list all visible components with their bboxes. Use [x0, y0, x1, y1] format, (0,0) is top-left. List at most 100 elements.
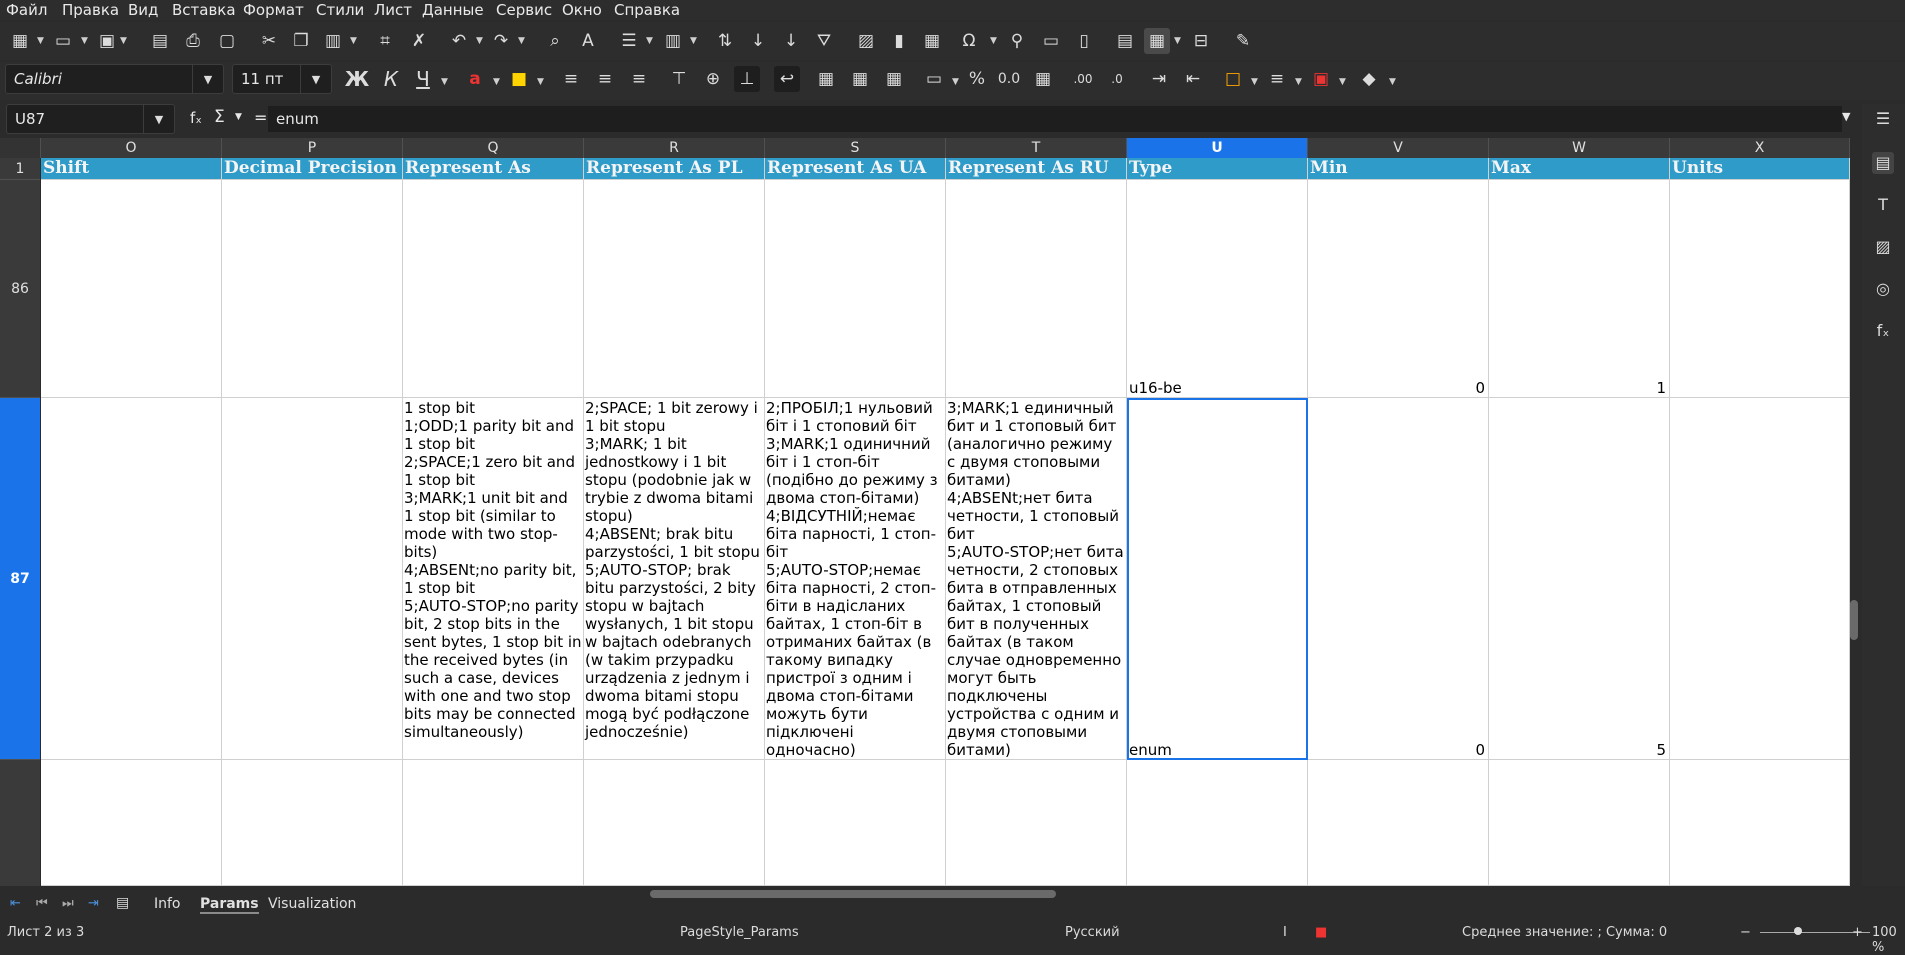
cell-t86[interactable]	[946, 180, 1127, 398]
export-pdf-icon[interactable]: ▤	[147, 28, 173, 54]
new-icon[interactable]: ▦	[7, 28, 33, 54]
cell-r88[interactable]	[584, 760, 765, 886]
cell-v86[interactable]: 0	[1308, 180, 1489, 398]
comment-icon[interactable]: ▭	[1038, 28, 1064, 54]
header-footer-icon[interactable]: ▯	[1071, 28, 1097, 54]
hyperlink-icon[interactable]: ⚲	[1004, 28, 1030, 54]
chevron-down-icon[interactable]: ▼	[990, 36, 997, 46]
cell-o86[interactable]	[41, 180, 222, 398]
show-draw-functions-icon[interactable]: ✎	[1230, 28, 1256, 54]
cell-s86[interactable]	[765, 180, 946, 398]
align-left-icon[interactable]: ≡	[558, 66, 584, 92]
freeze-rows-columns-icon[interactable]: ▦	[1144, 28, 1170, 54]
previous-sheet-icon[interactable]: ⏮	[36, 896, 48, 911]
autofilter-icon[interactable]: ⛛	[811, 28, 837, 54]
spelling-icon[interactable]: A	[575, 28, 601, 54]
functions-icon[interactable]: fₓ	[1872, 320, 1894, 342]
column-header-t[interactable]: T	[946, 138, 1127, 158]
cell-o88[interactable]	[41, 760, 222, 886]
menu-data[interactable]: Данные	[422, 0, 484, 20]
header-cell-decimal-precision[interactable]: Decimal Precision	[222, 158, 403, 180]
row-header-87[interactable]: 87	[0, 398, 40, 760]
styles-icon[interactable]: T	[1872, 194, 1894, 216]
save-icon[interactable]: ▣	[94, 28, 120, 54]
header-cell-type[interactable]: Type	[1127, 158, 1308, 180]
menu-sheet[interactable]: Лист	[374, 0, 412, 20]
clear-formatting-icon[interactable]: ✗	[406, 28, 432, 54]
chevron-down-icon[interactable]: ▼	[37, 36, 44, 46]
header-cell-represent-as-ru[interactable]: Represent As RU	[946, 158, 1127, 180]
cell-u86[interactable]: u16-be	[1127, 180, 1308, 398]
align-bottom-icon[interactable]: ⊥	[734, 66, 760, 92]
bold-icon[interactable]: Ж	[344, 66, 370, 92]
find-icon[interactable]: ⌕	[542, 28, 568, 54]
print-preview-icon[interactable]: ▢	[214, 28, 240, 54]
merge-cells-icon[interactable]: ▦	[847, 66, 873, 92]
chevron-down-icon[interactable]: ▼	[300, 65, 331, 93]
clone-formatting-icon[interactable]: ⌗	[372, 28, 398, 54]
redo-icon[interactable]: ↷	[488, 28, 514, 54]
font-size-box[interactable]: 11 пт ▼	[232, 64, 332, 94]
font-name-box[interactable]: Calibri ▼	[5, 64, 224, 94]
cell-t88[interactable]	[946, 760, 1127, 886]
copy-icon[interactable]: ❐	[288, 28, 314, 54]
decimal-format-icon[interactable]: 0.0	[996, 66, 1022, 92]
cell-u87-selected[interactable]: enum	[1127, 398, 1308, 760]
align-center-icon[interactable]: ≡	[592, 66, 618, 92]
cell-r87[interactable]: 2;SPACE; 1 bit zerowy i 1 bit stopu 3;MA…	[584, 398, 765, 760]
header-cell-represent-as-pl[interactable]: Represent As PL	[584, 158, 765, 180]
merge-center-icon[interactable]: ▦	[813, 66, 839, 92]
add-sheet-icon[interactable]: ▤	[116, 895, 129, 911]
border-style-icon[interactable]: ≡	[1264, 66, 1290, 92]
split-window-icon[interactable]: ⊟	[1188, 28, 1214, 54]
function-wizard-icon[interactable]: fₓ	[190, 109, 202, 127]
formula-icon[interactable]: =	[254, 108, 267, 127]
chevron-down-icon[interactable]: ▼	[952, 77, 959, 87]
name-box[interactable]: U87 ▼	[6, 104, 175, 134]
column-header-u[interactable]: U	[1127, 138, 1308, 158]
percent-icon[interactable]: %	[964, 66, 990, 92]
conditional-format-icon[interactable]: ◆	[1356, 66, 1382, 92]
cell-w86[interactable]: 1	[1489, 180, 1670, 398]
menu-file[interactable]: Файл	[6, 0, 47, 20]
chevron-down-icon[interactable]: ▼	[518, 36, 525, 46]
unmerge-cells-icon[interactable]: ▦	[881, 66, 907, 92]
header-cell-units[interactable]: Units	[1670, 158, 1850, 180]
properties-icon[interactable]: ▤	[1872, 152, 1894, 174]
header-cell-shift[interactable]: Shift	[41, 158, 222, 180]
add-decimal-icon[interactable]: .00	[1070, 66, 1096, 92]
cell-r86[interactable]	[584, 180, 765, 398]
align-right-icon[interactable]: ≡	[626, 66, 652, 92]
expand-formula-bar-icon[interactable]: ▼	[1842, 110, 1850, 123]
image-icon[interactable]: ▨	[853, 28, 879, 54]
selection-mode-icon[interactable]: I	[1283, 925, 1287, 940]
chevron-down-icon[interactable]: ▼	[493, 77, 500, 87]
column-header-x[interactable]: X	[1670, 138, 1850, 158]
cell-t87[interactable]: 3;MARK;1 единичный бит и 1 стоповый бит …	[946, 398, 1127, 760]
pivot-table-icon[interactable]: ▦	[919, 28, 945, 54]
cell-q86[interactable]	[403, 180, 584, 398]
last-sheet-icon[interactable]: ⇥	[88, 896, 99, 911]
font-color-icon[interactable]: a	[462, 66, 488, 92]
menu-format[interactable]: Формат	[243, 0, 304, 20]
tab-info[interactable]: Info	[154, 896, 181, 912]
document-modified-icon[interactable]: ■	[1315, 925, 1327, 940]
decrease-indent-icon[interactable]: ⇤	[1180, 66, 1206, 92]
zoom-level[interactable]: 100 %	[1872, 925, 1905, 955]
column-icon[interactable]: ▥	[660, 28, 686, 54]
date-format-icon[interactable]: ▦	[1030, 66, 1056, 92]
column-header-q[interactable]: Q	[403, 138, 584, 158]
menu-view[interactable]: Вид	[128, 0, 158, 20]
menu-styles[interactable]: Стили	[316, 0, 364, 20]
row-header-1[interactable]: 1	[0, 158, 40, 180]
border-color-icon[interactable]: ▣	[1308, 66, 1334, 92]
underline-icon[interactable]: Ч	[410, 66, 436, 92]
sort-descending-icon[interactable]: ↓	[778, 28, 804, 54]
cell-u88[interactable]	[1127, 760, 1308, 886]
chevron-down-icon[interactable]: ▼	[646, 36, 653, 46]
chevron-down-icon[interactable]: ▼	[235, 112, 242, 122]
navigator-icon[interactable]: ◎	[1872, 278, 1894, 300]
align-middle-icon[interactable]: ⊕	[700, 66, 726, 92]
increase-indent-icon[interactable]: ⇥	[1146, 66, 1172, 92]
gallery-icon[interactable]: ▨	[1872, 236, 1894, 258]
